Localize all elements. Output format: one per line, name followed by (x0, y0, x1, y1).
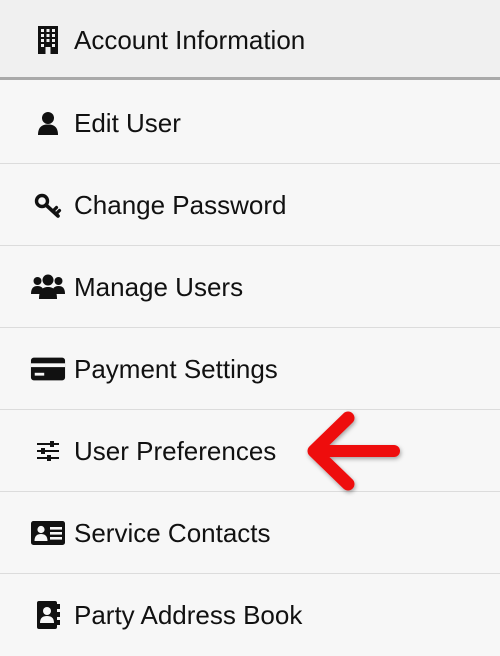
menu-item-label: Payment Settings (74, 354, 278, 384)
menu-item-label: Edit User (74, 108, 181, 138)
menu-item-edit-user[interactable]: Edit User (0, 82, 500, 164)
menu-item-label: Manage Users (74, 272, 244, 302)
address-card-icon (30, 515, 66, 551)
red-arrow-icon (300, 404, 410, 504)
sliders-icon (30, 433, 66, 469)
users-icon (30, 269, 66, 305)
menu-item-label: User Preferences (74, 436, 277, 466)
menu-item-label: Service Contacts (74, 518, 271, 548)
account-information-header[interactable]: Account Information (0, 0, 500, 80)
menu-item-manage-users[interactable]: Manage Users (0, 246, 500, 328)
menu-item-user-preferences[interactable]: User Preferences (0, 410, 500, 492)
menu-item-label: Party Address Book (74, 600, 303, 630)
credit-card-icon (30, 351, 66, 387)
building-icon (30, 22, 66, 58)
menu-item-service-contacts[interactable]: Service Contacts (0, 492, 500, 574)
menu-item-party-address-book[interactable]: Party Address Book (0, 574, 500, 656)
menu-item-change-password[interactable]: Change Password (0, 164, 500, 246)
key-icon (30, 187, 66, 223)
menu-item-label: Change Password (74, 190, 287, 220)
menu-item-payment-settings[interactable]: Payment Settings (0, 328, 500, 410)
account-menu: Account Information Edit User Change Pas… (0, 0, 500, 656)
user-icon (30, 105, 66, 141)
account-information-label: Account Information (74, 25, 306, 55)
address-book-icon (30, 597, 66, 633)
